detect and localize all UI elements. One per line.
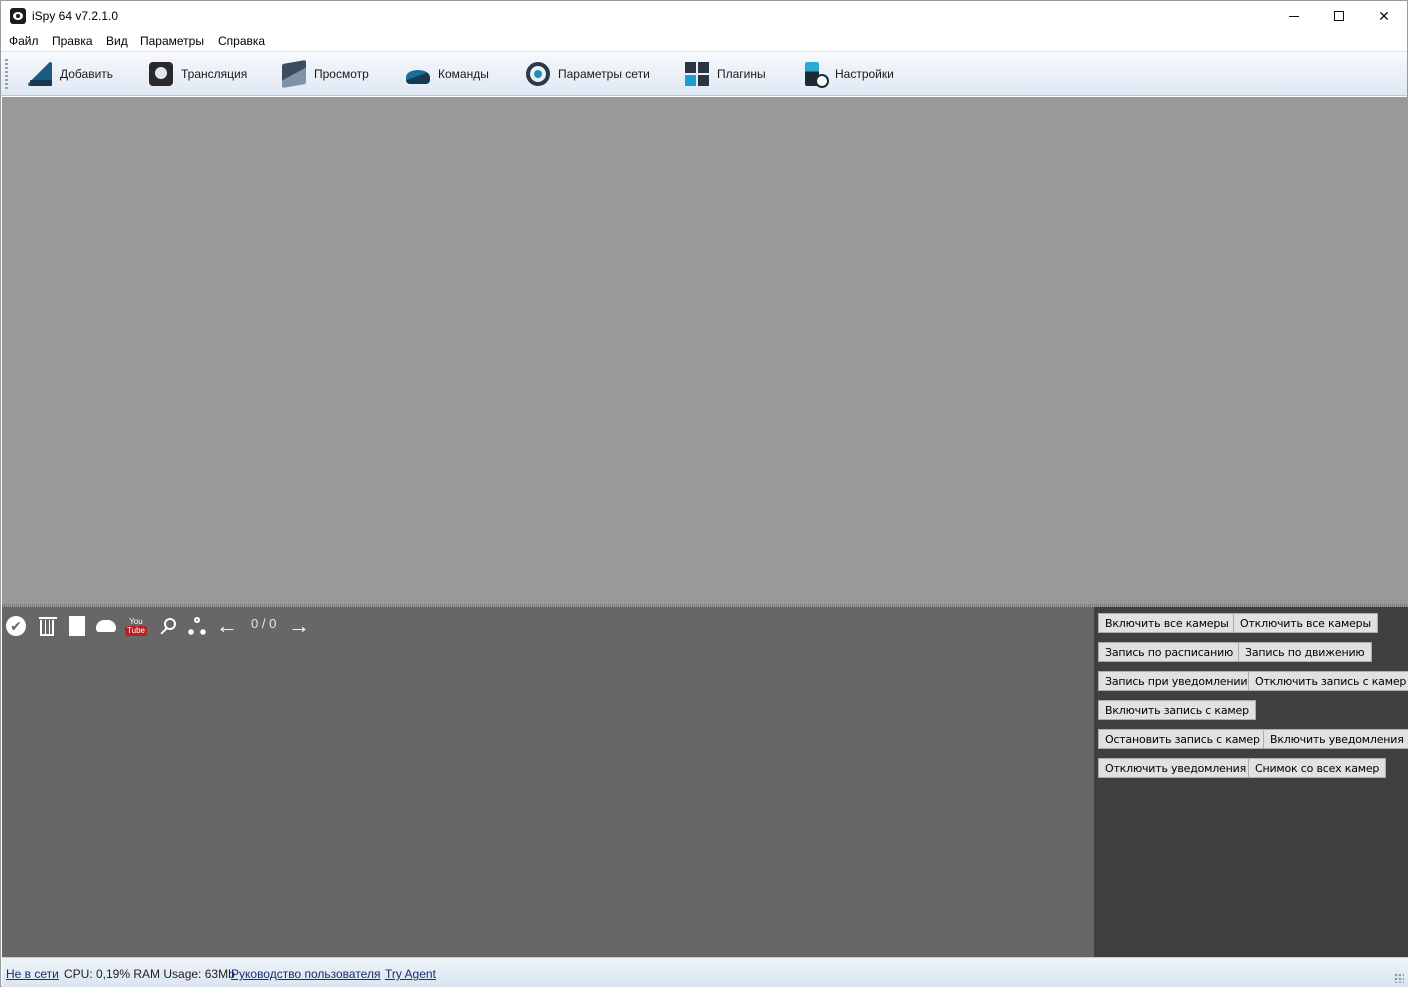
minimize-button[interactable] — [1271, 1, 1317, 31]
network-icon — [526, 62, 550, 86]
check-icon[interactable]: ✔ — [6, 616, 26, 636]
try-agent-link[interactable]: Try Agent — [385, 967, 436, 981]
enable-recording-button[interactable]: Включить запись с камер — [1098, 700, 1256, 720]
plugins-label: Плагины — [717, 67, 766, 81]
stop-recording-button[interactable]: Остановить запись с камер — [1098, 729, 1267, 749]
status-bar: Не в сети CPU: 0,19% RAM Usage: 63Mb Рук… — [2, 957, 1408, 987]
youtube-top-text: You — [129, 616, 143, 626]
arrow-left-icon[interactable]: ← — [216, 613, 238, 638]
youtube-icon[interactable]: You Tube — [125, 615, 147, 637]
menu-options[interactable]: Параметры — [140, 34, 204, 48]
menu-view[interactable]: Вид — [106, 34, 128, 48]
menu-help[interactable]: Справка — [218, 34, 265, 48]
book-icon[interactable] — [66, 615, 88, 637]
motion-record-button[interactable]: Запись по движению — [1238, 642, 1372, 662]
menu-file[interactable]: Файл — [9, 34, 39, 48]
media-panel: ✔ You Tube ← 0 / 0 → — [2, 607, 1094, 957]
tree-icon[interactable] — [186, 615, 208, 637]
resize-grip-icon[interactable] — [1394, 973, 1404, 983]
stream-button[interactable]: Трансляция — [149, 59, 247, 89]
view-label: Просмотр — [314, 67, 369, 81]
search-glass — [164, 618, 176, 630]
menu-bar: Файл Правка Вид Параметры Справка — [1, 31, 1407, 51]
stream-icon — [149, 62, 173, 86]
add-icon — [28, 62, 52, 86]
commands-label: Команды — [438, 67, 489, 81]
usage-stats: CPU: 0,19% RAM Usage: 63Mb — [64, 967, 235, 981]
close-icon: ✕ — [1378, 7, 1390, 24]
stream-label: Трансляция — [181, 67, 248, 81]
page-count: 0 / 0 — [251, 616, 277, 631]
search-icon[interactable] — [157, 615, 179, 637]
enable-all-cameras-button[interactable]: Включить все камеры — [1098, 613, 1236, 633]
trash-icon[interactable] — [39, 615, 57, 637]
disable-alerts-button[interactable]: Отключить уведомления — [1098, 758, 1253, 778]
camera-workspace[interactable] — [2, 97, 1408, 604]
network-label: Параметры сети — [558, 67, 650, 81]
app-eye-icon — [10, 8, 26, 24]
plugins-icon — [685, 62, 709, 86]
snapshot-all-button[interactable]: Снимок со всех камер — [1248, 758, 1387, 778]
tree-shape — [188, 617, 206, 635]
plugins-button[interactable]: Плагины — [685, 59, 766, 89]
cloud-shape — [96, 620, 116, 632]
schedule-record-button[interactable]: Запись по расписанию — [1098, 642, 1241, 662]
add-label: Добавить — [60, 67, 114, 81]
settings-button[interactable]: Настройки — [805, 59, 894, 89]
view-button[interactable]: Просмотр — [282, 59, 369, 89]
network-button[interactable]: Параметры сети — [526, 59, 650, 89]
minimize-icon — [1289, 15, 1299, 17]
toolbar-grip[interactable] — [5, 59, 8, 89]
user-guide-link[interactable]: Руководство пользователя — [231, 967, 380, 981]
disable-recording-button[interactable]: Отключить запись с камер — [1248, 671, 1408, 691]
book-shape — [69, 616, 85, 636]
menu-edit[interactable]: Правка — [52, 34, 93, 48]
app-window: iSpy 64 v7.2.1.0 ✕ Файл Правка Вид Парам… — [0, 0, 1408, 987]
commands-icon — [406, 70, 430, 84]
close-button[interactable]: ✕ — [1361, 1, 1407, 31]
maximize-button[interactable] — [1316, 1, 1362, 31]
maximize-icon — [1334, 11, 1344, 21]
title-bar: iSpy 64 v7.2.1.0 ✕ — [1, 1, 1407, 31]
arrow-right-icon[interactable]: → — [288, 613, 310, 638]
settings-icon — [805, 62, 829, 88]
view-icon — [282, 59, 306, 89]
settings-label: Настройки — [835, 67, 894, 81]
camera-controls-panel: Включить все камеры Отключить все камеры… — [1094, 607, 1408, 957]
trash-body — [40, 620, 54, 636]
commands-button[interactable]: Команды — [406, 59, 489, 89]
window-title: iSpy 64 v7.2.1.0 — [32, 9, 119, 23]
enable-alerts-button[interactable]: Включить уведомления — [1263, 729, 1408, 749]
alert-record-button[interactable]: Запись при уведомлении — [1098, 671, 1255, 691]
cloud-upload-icon[interactable] — [95, 615, 117, 637]
connection-status-link[interactable]: Не в сети — [6, 967, 59, 981]
youtube-bottom-text: Tube — [125, 625, 147, 636]
disable-all-cameras-button[interactable]: Отключить все камеры — [1233, 613, 1378, 633]
main-toolbar: Добавить Трансляция Просмотр Команды Пар… — [1, 51, 1407, 96]
add-button[interactable]: Добавить — [28, 59, 113, 89]
